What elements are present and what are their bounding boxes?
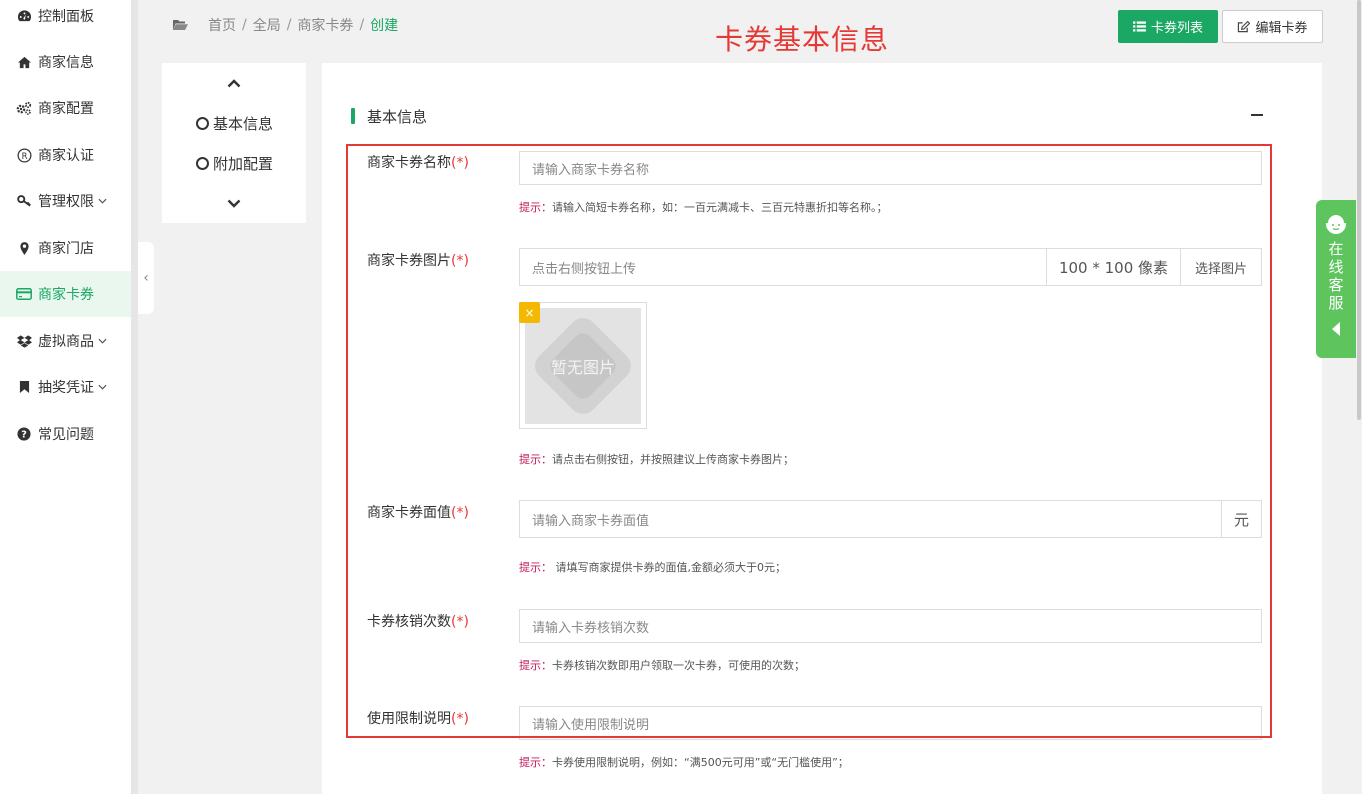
- annotation-title: 卡券基本信息: [715, 23, 890, 56]
- sidebar-item-merchant-auth[interactable]: R 商家认证: [0, 132, 138, 178]
- page-scrollbar[interactable]: [1356, 0, 1362, 794]
- sidebar-item-faq[interactable]: ? 常见问题: [0, 411, 138, 457]
- sidebar-item-merchant-config[interactable]: 商家配置: [0, 85, 138, 131]
- sidebar-item-label: 商家信息: [38, 55, 94, 71]
- sidebar: 控制面板 商家信息 商家配置 R 商家认证 管理权限 商家门店 商家卡券 虚拟商…: [0, 0, 138, 794]
- sidebar-item-label: 商家配置: [38, 101, 94, 117]
- breadcrumb-home[interactable]: 首页: [208, 15, 236, 35]
- chevron-down-icon: [98, 196, 107, 207]
- headset-face-icon: [1326, 213, 1346, 234]
- step-extra-config[interactable]: 附加配置: [196, 153, 273, 174]
- section-title: 基本信息: [367, 108, 428, 126]
- breadcrumb-cards[interactable]: 商家卡券: [297, 15, 353, 35]
- sidebar-item-label: 商家门店: [38, 241, 94, 257]
- sidebar-divider: [131, 0, 138, 794]
- edit-card-button[interactable]: 编辑卡券: [1222, 10, 1323, 43]
- step-basic-info[interactable]: 基本信息: [196, 113, 273, 134]
- circle-icon: [196, 117, 209, 130]
- sidebar-item-merchant-info[interactable]: 商家信息: [0, 39, 138, 85]
- sidebar-item-label: 常见问题: [38, 427, 94, 443]
- sidebar-item-label: 管理权限: [38, 194, 94, 210]
- map-pin-icon: [16, 240, 32, 256]
- breadcrumb: 首页 / 全局 / 商家卡券 / 创建: [172, 15, 398, 35]
- usage-limit-hint: 提示：卡券使用限制说明，例如：“满500元可用”或“无门槛使用”；: [519, 756, 849, 769]
- breadcrumb-current: 创建: [370, 18, 399, 34]
- circle-icon: [196, 157, 209, 170]
- annotation-frame: [346, 144, 1272, 738]
- sidebar-item-label: 抽奖凭证: [38, 380, 94, 396]
- chevron-down-icon[interactable]: [162, 193, 306, 212]
- sidebar-item-label: 控制面板: [38, 9, 94, 25]
- folder-open-icon: [173, 20, 188, 30]
- chevron-down-icon: [98, 336, 107, 347]
- gears-icon: [16, 100, 32, 116]
- sidebar-item-label: 商家卡券: [38, 287, 94, 303]
- chevron-left-icon: ‹: [143, 270, 149, 286]
- sidebar-item-virtual-goods[interactable]: 虚拟商品: [0, 318, 138, 364]
- credit-card-icon: [16, 286, 32, 302]
- section-accent: [351, 108, 355, 124]
- home-icon: [16, 54, 32, 70]
- question-circle-icon: ?: [16, 426, 32, 442]
- svg-text:?: ?: [21, 430, 27, 441]
- caret-left-icon: [1332, 322, 1340, 336]
- list-icon: [1133, 21, 1146, 32]
- sidebar-item-dashboard[interactable]: 控制面板: [0, 0, 138, 39]
- edit-card-label: 编辑卡券: [1255, 21, 1308, 36]
- edit-icon: [1238, 20, 1251, 32]
- sidebar-item-permissions[interactable]: 管理权限: [0, 178, 138, 224]
- key-icon: [16, 193, 32, 209]
- online-service-label: 在线客服: [1328, 240, 1344, 312]
- breadcrumb-global[interactable]: 全局: [253, 15, 281, 35]
- sidebar-item-label: 虚拟商品: [38, 334, 94, 350]
- dropbox-icon: [16, 333, 32, 349]
- dashboard-icon: [16, 8, 32, 24]
- chevron-down-icon: [98, 382, 107, 393]
- scrollbar-thumb[interactable]: [1357, 0, 1361, 420]
- card-list-button[interactable]: 卡券列表: [1118, 10, 1218, 43]
- card-list-label: 卡券列表: [1150, 21, 1203, 36]
- sidebar-collapse-button[interactable]: ‹: [138, 242, 154, 314]
- sidebar-item-stores[interactable]: 商家门店: [0, 225, 138, 271]
- steps-panel: 基本信息 附加配置: [162, 63, 306, 223]
- sidebar-item-cards[interactable]: 商家卡券: [0, 271, 138, 317]
- collapse-section-button[interactable]: [1251, 114, 1263, 116]
- online-service-button[interactable]: 在线客服: [1316, 200, 1356, 358]
- remove-image-button[interactable]: ×: [519, 302, 540, 323]
- registered-icon: R: [16, 147, 32, 163]
- sidebar-item-label: 商家认证: [38, 148, 94, 164]
- bookmark-icon: [16, 379, 32, 395]
- chevron-up-icon[interactable]: [162, 73, 306, 92]
- svg-text:R: R: [21, 150, 27, 160]
- sidebar-item-lottery[interactable]: 抽奖凭证: [0, 364, 138, 410]
- no-image-text: 暂无图片: [550, 358, 615, 377]
